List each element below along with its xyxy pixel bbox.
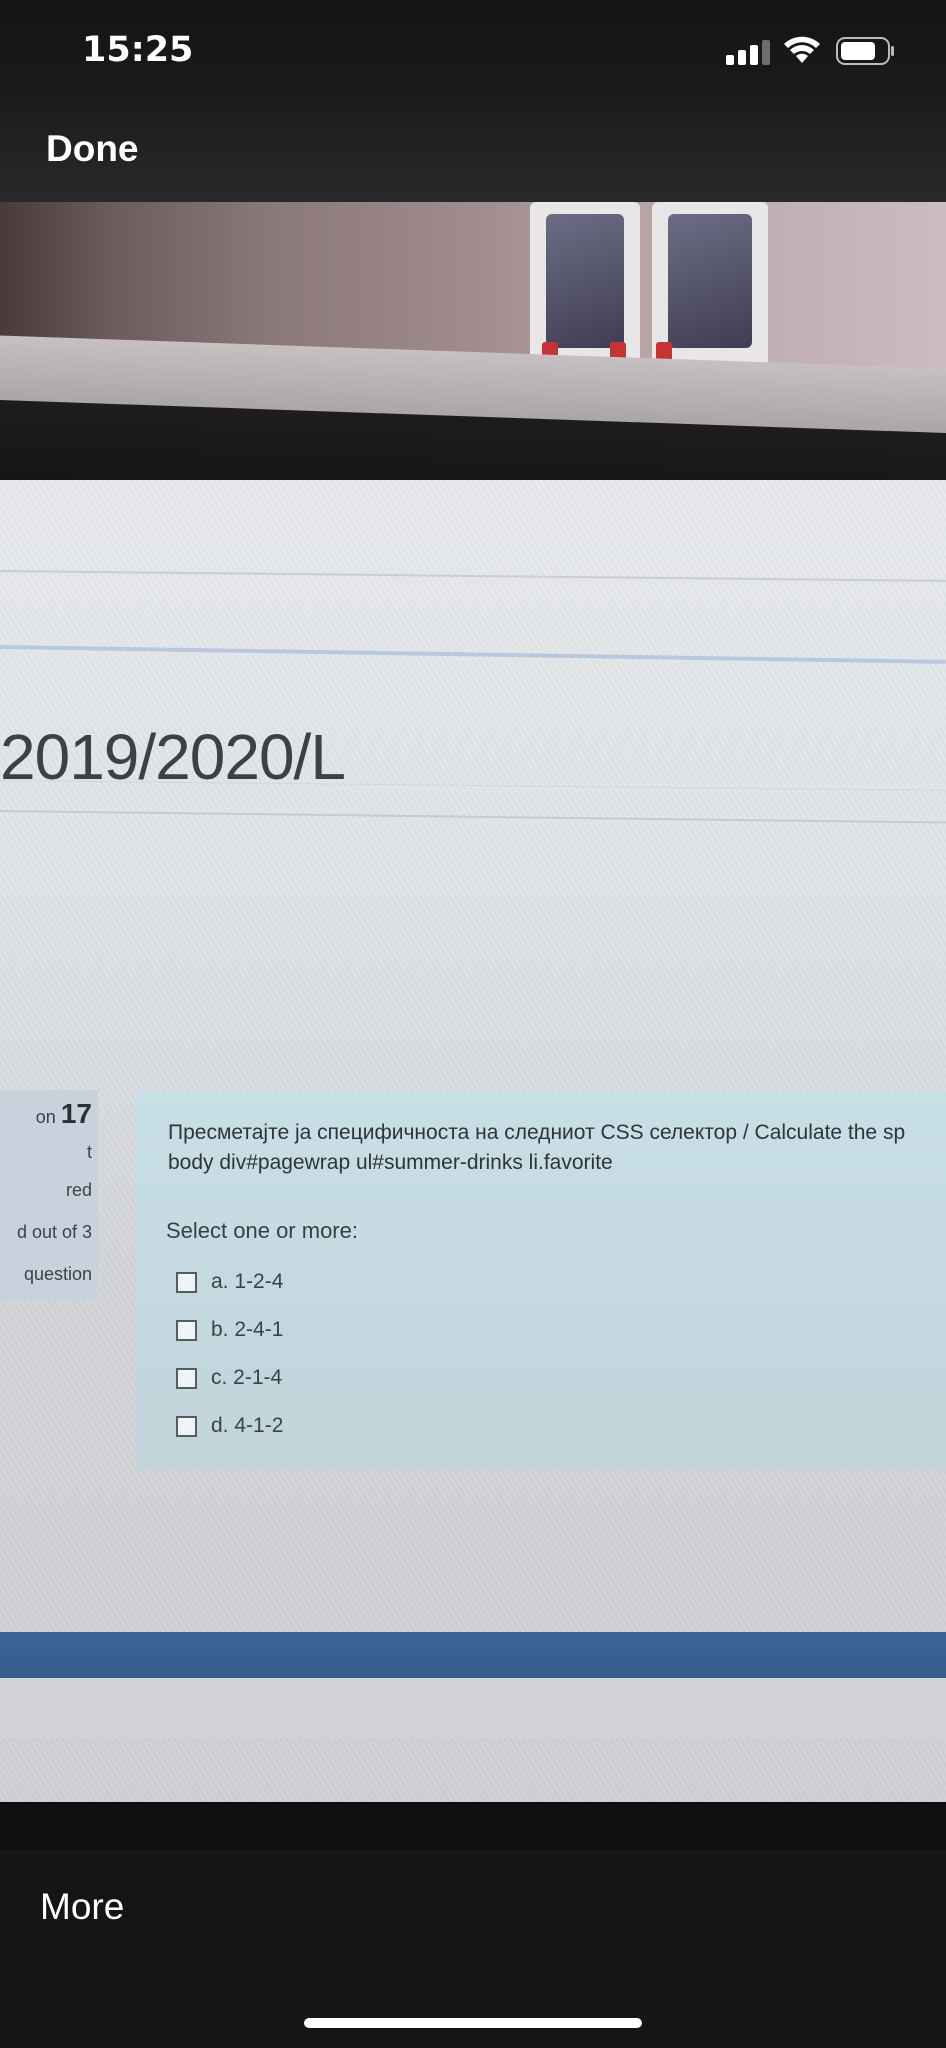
question-answered: red	[65, 1180, 92, 1200]
answer-label: c. 2-1-4	[211, 1366, 283, 1389]
answer-label: b. 2-4-1	[211, 1318, 284, 1341]
checkbox[interactable]	[176, 1415, 197, 1437]
page-footer-bar	[0, 1632, 946, 1678]
answer-option-c[interactable]: c. 2-1-4	[176, 1354, 283, 1402]
bottom-toolbar: More	[0, 1850, 946, 2048]
answer-label: a. 1-2-4	[211, 1270, 284, 1293]
cellular-signal-icon	[726, 40, 770, 65]
monitor-bottom-bezel	[0, 1802, 946, 1850]
question-state: t	[86, 1142, 92, 1162]
question-info-box: on 17 t red d out of 3 question	[0, 1090, 98, 1300]
checkbox[interactable]	[176, 1367, 197, 1389]
status-bar: 15:25	[0, 0, 946, 100]
answer-prompt: Select one or more:	[166, 1218, 358, 1243]
question-marks: d out of 3	[16, 1222, 92, 1242]
answer-option-b[interactable]: b. 2-4-1	[176, 1306, 283, 1354]
answer-option-d[interactable]: d. 4-1-2	[176, 1402, 283, 1450]
answer-list: a. 1-2-4 b. 2-4-1 c. 2-1-4 d. 4-1-2	[176, 1258, 283, 1450]
answer-label: d. 4-1-2	[211, 1414, 284, 1437]
home-indicator[interactable]	[304, 2018, 642, 2028]
checkbox[interactable]	[176, 1319, 197, 1341]
photo-frame-object	[652, 202, 768, 372]
question-number: on 17	[35, 1098, 92, 1129]
photo-frame-object	[530, 202, 640, 372]
question-text: Пресметајте ја специфичноста на следниот…	[168, 1121, 906, 1174]
flag-question-link[interactable]: question	[24, 1264, 92, 1285]
photo-viewer: 2019/2020/L on 17 t red d out of 3 quest…	[0, 202, 946, 1850]
navigation-bar: Done	[0, 100, 946, 202]
wifi-icon	[784, 36, 820, 63]
monitor-screen: 2019/2020/L on 17 t red d out of 3 quest…	[0, 480, 946, 1820]
more-button[interactable]: More	[40, 1886, 124, 1928]
answer-option-a[interactable]: a. 1-2-4	[176, 1258, 283, 1306]
done-button[interactable]: Done	[46, 128, 139, 170]
checkbox[interactable]	[176, 1271, 197, 1293]
battery-icon	[836, 37, 894, 65]
question-content: Пресметајте ја специфичноста на следниот…	[136, 1092, 946, 1470]
status-time: 15:25	[82, 30, 194, 70]
course-title: 2019/2020/L	[0, 721, 346, 793]
